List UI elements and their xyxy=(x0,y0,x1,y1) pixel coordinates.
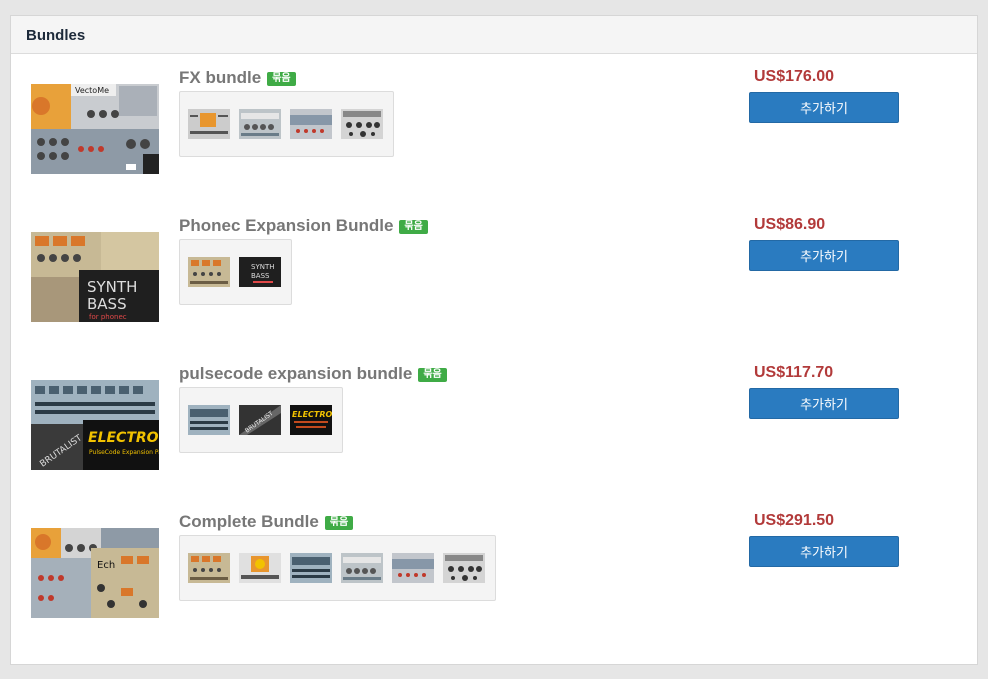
bundle-thumbnail[interactable]: VectoMe xyxy=(31,84,159,174)
bundle-badge: 묶음 xyxy=(267,72,296,86)
bundle-price: US$86.90 xyxy=(754,216,826,233)
svg-text:BASS: BASS xyxy=(87,295,127,313)
bundle-title-link[interactable]: pulsecode expansion bundle xyxy=(179,364,412,383)
bundle-badge: 묶음 xyxy=(324,516,354,530)
bundle-title-link[interactable]: Complete Bundle xyxy=(179,512,319,531)
product-thumbnail[interactable] xyxy=(290,109,332,139)
product-thumbnail[interactable]: SYNTH BASS xyxy=(239,257,281,287)
product-thumbnail[interactable] xyxy=(188,553,230,583)
product-thumbnail[interactable] xyxy=(443,553,485,583)
bundle-price: US$176.00 xyxy=(754,68,835,85)
svg-text:BASS: BASS xyxy=(251,272,270,280)
product-thumbnail[interactable] xyxy=(341,553,383,583)
bundle-contents xyxy=(179,535,496,601)
add-to-cart-button[interactable]: 추가하기 xyxy=(749,536,899,567)
product-thumbnail[interactable] xyxy=(239,553,281,583)
bundle-row-complete: Ech Complete Bundle 묶음 US$291.50 추가하기 xyxy=(11,499,977,649)
svg-text:for phonec: for phonec xyxy=(89,313,127,321)
bundle-badge: 묶음 xyxy=(418,368,447,382)
bundle-row-pulsecode: BRUTALIST ELECTRO PulseCode Expansion Pa… xyxy=(11,351,977,501)
svg-text:SYNTH: SYNTH xyxy=(87,278,137,296)
bundle-contents: SYNTH BASS xyxy=(179,239,292,305)
svg-text:Ech: Ech xyxy=(97,560,115,571)
product-thumbnail[interactable] xyxy=(188,405,230,435)
bundle-thumbnail[interactable]: BRUTALIST ELECTRO PulseCode Expansion Pa… xyxy=(31,380,159,470)
svg-text:ELECTRO: ELECTRO xyxy=(88,430,159,446)
bundles-panel: Bundles VectoMe FX bundle 묶음 US$176.00 추… xyxy=(10,15,978,665)
bundle-price: US$291.50 xyxy=(754,512,835,529)
bundle-title-link[interactable]: Phonec Expansion Bundle xyxy=(179,216,393,235)
svg-text:SYNTH: SYNTH xyxy=(251,263,275,271)
bundle-badge: 묶음 xyxy=(399,220,428,234)
bundle-thumbnail[interactable]: SYNTH BASS for phonec xyxy=(31,232,159,322)
product-thumbnail[interactable] xyxy=(188,257,230,287)
product-thumbnail[interactable] xyxy=(392,553,434,583)
product-thumbnail[interactable] xyxy=(341,109,383,139)
bundle-contents xyxy=(179,91,394,157)
svg-text:ELECTRO: ELECTRO xyxy=(292,410,332,419)
product-thumbnail[interactable]: BRUTALIST xyxy=(239,405,281,435)
product-thumbnail[interactable] xyxy=(239,109,281,139)
product-thumbnail[interactable]: ELECTRO xyxy=(290,405,332,435)
product-thumbnail[interactable] xyxy=(188,109,230,139)
bundle-thumbnail[interactable]: Ech xyxy=(31,528,159,618)
svg-text:PulseCode Expansion Pack: PulseCode Expansion Pack xyxy=(89,449,159,456)
add-to-cart-button[interactable]: 추가하기 xyxy=(749,240,899,271)
product-thumbnail[interactable] xyxy=(290,553,332,583)
panel-title: Bundles xyxy=(11,16,977,54)
bundle-title-link[interactable]: FX bundle xyxy=(179,68,261,87)
bundle-price: US$117.70 xyxy=(754,364,834,381)
add-to-cart-button[interactable]: 추가하기 xyxy=(749,388,899,419)
bundle-row-phonec: SYNTH BASS for phonec Phonec Expansion B… xyxy=(11,203,977,353)
add-to-cart-button[interactable]: 추가하기 xyxy=(749,92,899,123)
bundle-contents: BRUTALIST ELECTRO xyxy=(179,387,343,453)
bundle-row-fx: VectoMe FX bundle 묶음 US$176.00 추가하기 xyxy=(11,55,977,205)
svg-text:VectoMe: VectoMe xyxy=(75,86,109,95)
